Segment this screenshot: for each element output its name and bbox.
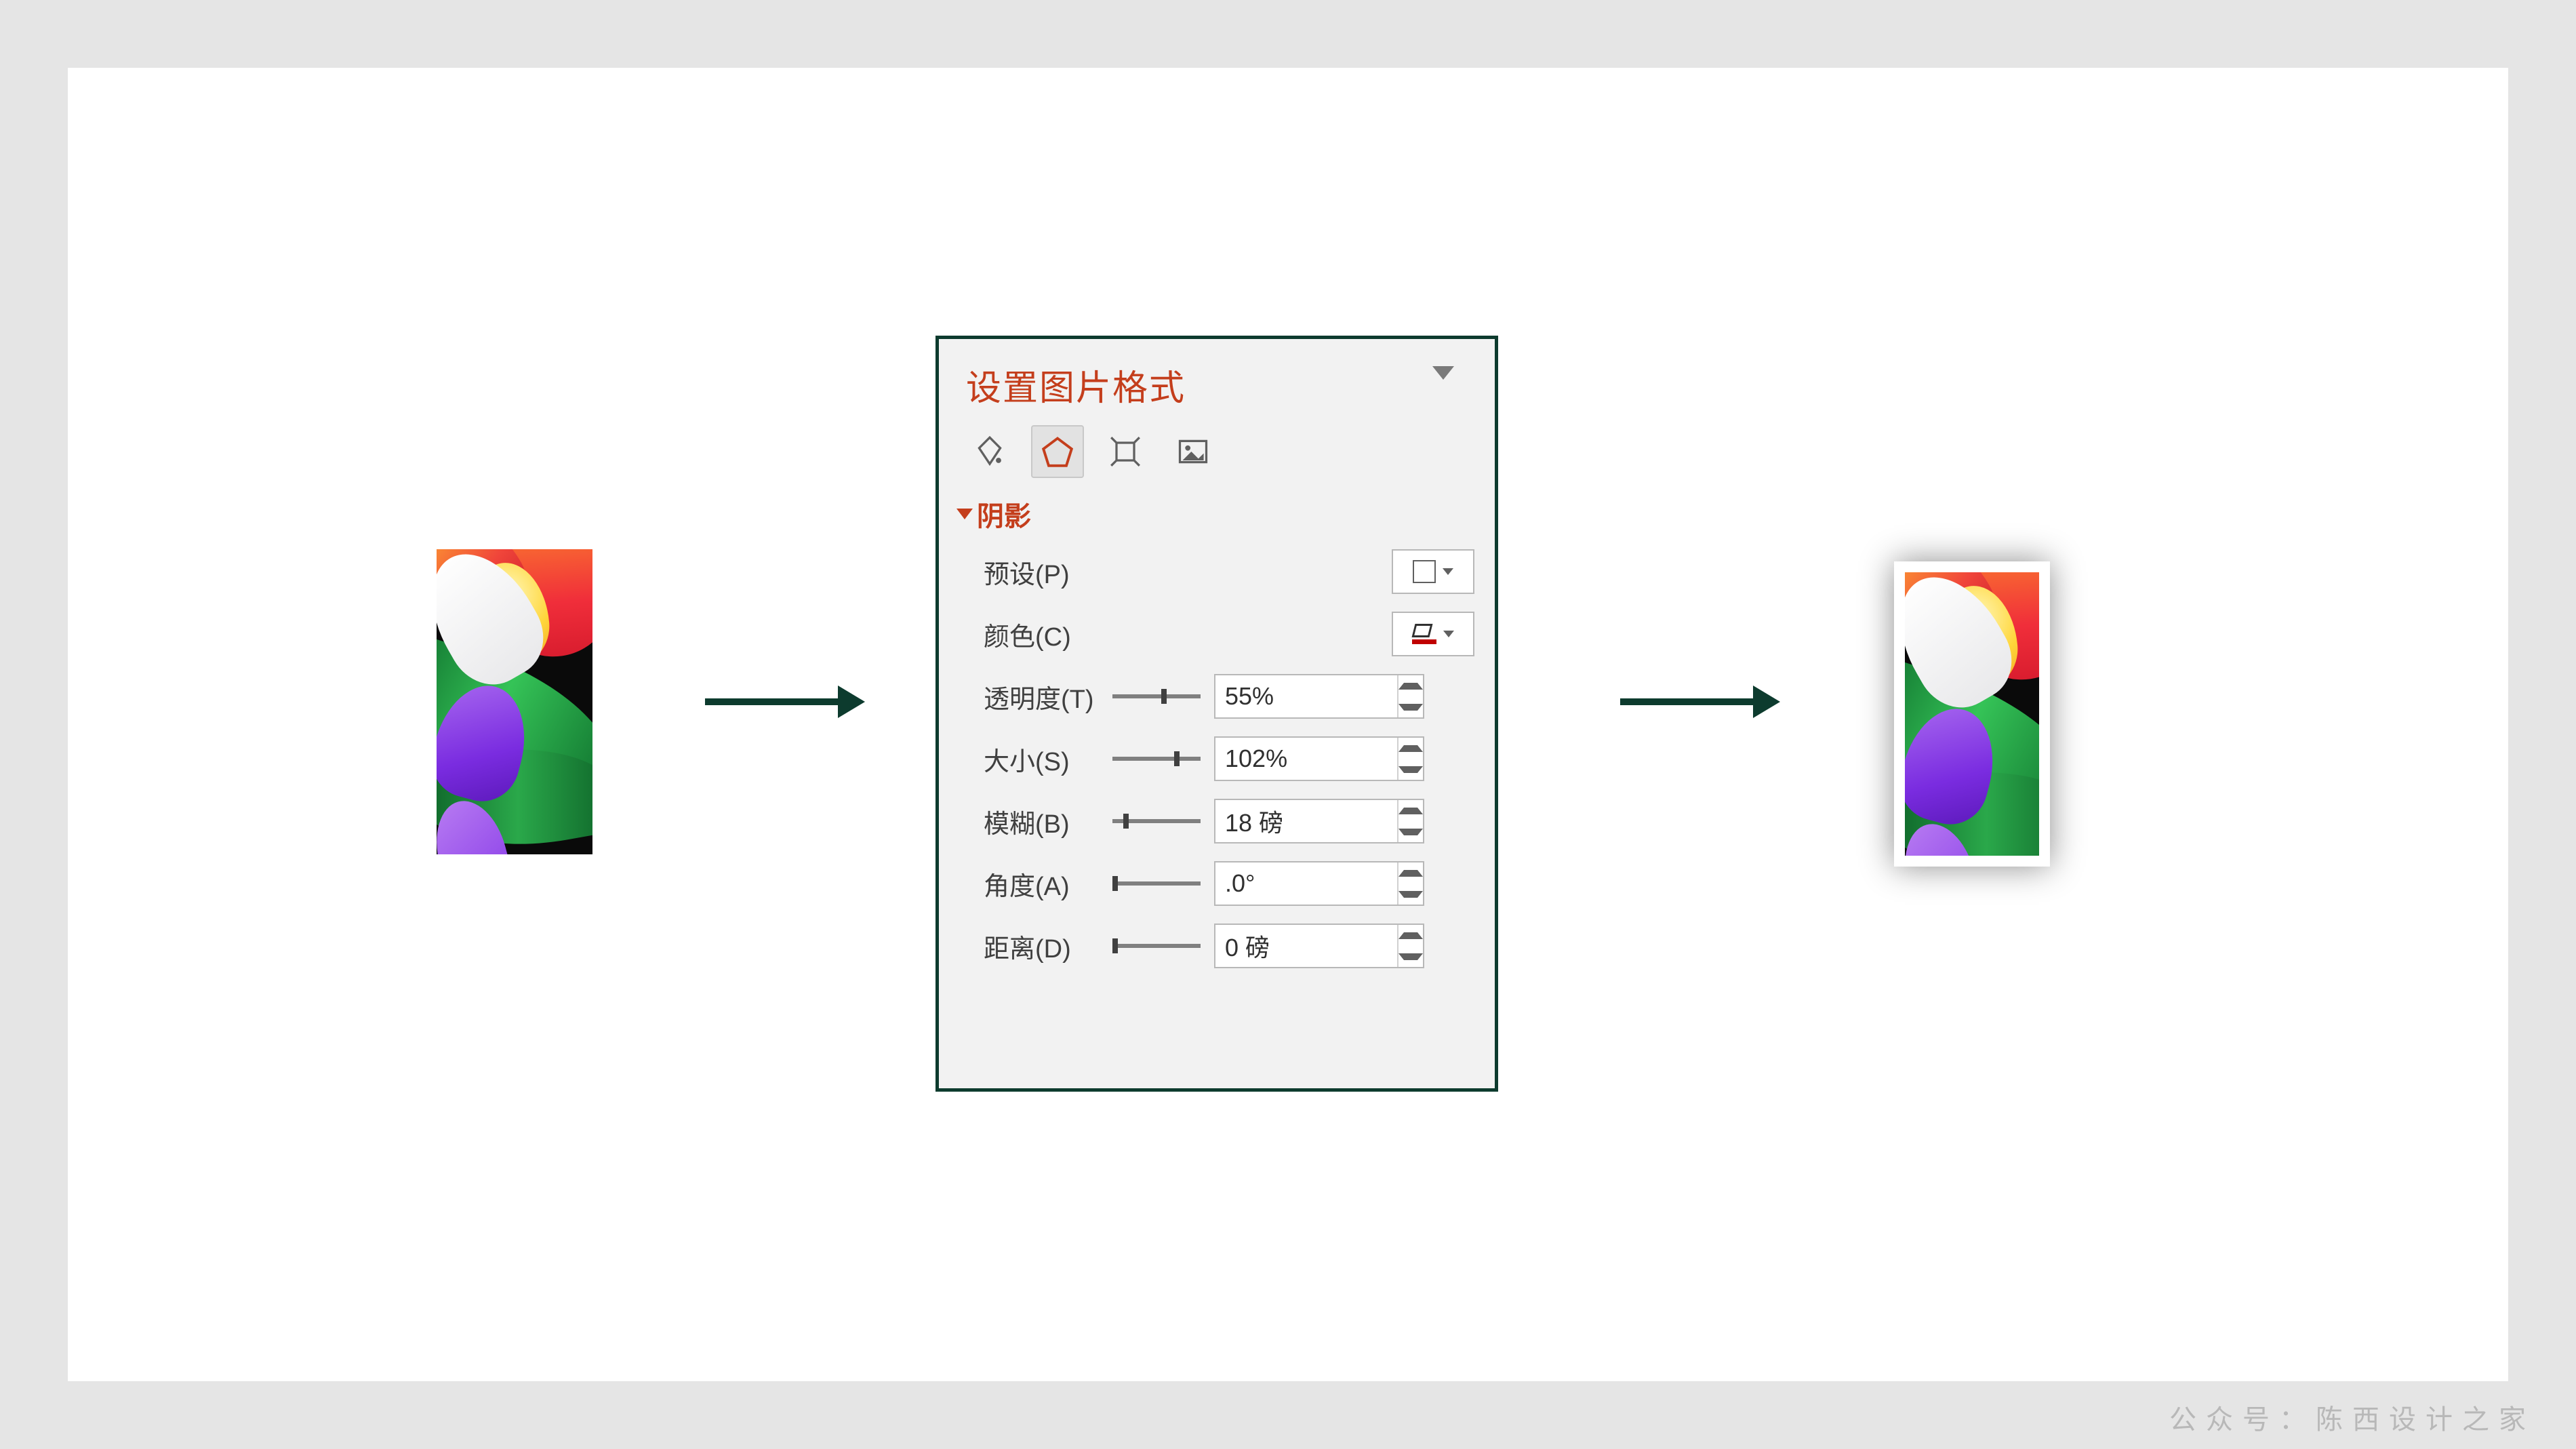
blur-slider[interactable] [1112,819,1201,823]
distance-value: 0 磅 [1215,928,1397,964]
blur-spinner[interactable]: 18 磅 [1214,799,1424,843]
label-distance: 距离(D) [984,928,1112,965]
row-preset: 预设(P) [939,540,1495,603]
arrow-icon [705,698,841,705]
distance-spinner[interactable]: 0 磅 [1214,924,1424,968]
row-angle: 角度(A) .0° [939,852,1495,915]
section-shadow-header[interactable]: 阴影 [939,494,1495,540]
row-distance: 距离(D) 0 磅 [939,915,1495,977]
label-preset: 预设(P) [984,553,1112,591]
size-slider[interactable] [1112,757,1201,761]
preset-thumb-icon [1413,560,1436,583]
panel-menu-icon[interactable] [1432,366,1454,380]
chevron-down-icon [1443,568,1453,575]
fill-color-icon [1412,624,1436,644]
format-picture-panel: 设置图片格式 阴影 预设(P) [935,336,1498,1092]
tab-fill-line[interactable] [963,425,1016,478]
transparency-spinner[interactable]: 55% [1214,674,1424,719]
angle-spinner[interactable]: .0° [1214,861,1424,906]
watermark-text: 公众号：陈西设计之家 [2169,1397,2535,1437]
spin-down[interactable] [1398,696,1423,717]
angle-value: .0° [1215,869,1397,898]
spin-down[interactable] [1398,884,1423,905]
spin-up[interactable] [1398,925,1423,946]
angle-slider[interactable] [1112,881,1201,886]
spin-up[interactable] [1398,862,1423,884]
tab-size-properties[interactable] [1099,425,1152,478]
transparency-slider[interactable] [1112,694,1201,698]
spin-down[interactable] [1398,759,1423,780]
spin-down[interactable] [1398,821,1423,842]
row-color: 颜色(C) [939,603,1495,665]
color-dropdown[interactable] [1392,612,1474,656]
transparency-value: 55% [1215,682,1397,711]
size-value: 102% [1215,745,1397,773]
collapse-triangle-icon [957,509,973,519]
panel-tabs [939,425,1495,494]
label-angle: 角度(A) [984,865,1112,902]
spin-up[interactable] [1398,738,1423,759]
blur-value: 18 磅 [1215,803,1397,839]
row-blur: 模糊(B) 18 磅 [939,790,1495,852]
spin-up[interactable] [1398,675,1423,696]
label-size: 大小(S) [984,740,1112,778]
size-spinner[interactable]: 102% [1214,736,1424,781]
slide-canvas: 设置图片格式 阴影 预设(P) [68,68,2508,1381]
tab-picture[interactable] [1167,425,1220,478]
row-size: 大小(S) 102% [939,728,1495,790]
distance-slider[interactable] [1112,944,1201,948]
label-transparency: 透明度(T) [984,678,1112,715]
label-blur: 模糊(B) [984,803,1112,840]
arrow-icon [1620,698,1756,705]
image-after [1894,561,2050,867]
image-before [437,549,592,854]
preset-dropdown[interactable] [1392,549,1474,594]
tab-effects[interactable] [1031,425,1084,478]
panel-title: 设置图片格式 [939,339,1495,425]
spin-up[interactable] [1398,800,1423,821]
section-label: 阴影 [977,494,1031,534]
row-transparency: 透明度(T) 55% [939,665,1495,728]
spin-down[interactable] [1398,946,1423,967]
label-color: 颜色(C) [984,616,1112,653]
chevron-down-icon [1443,631,1454,637]
